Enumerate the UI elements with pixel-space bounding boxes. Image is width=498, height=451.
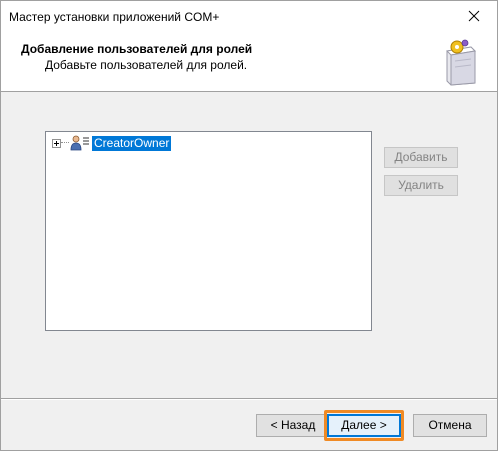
tree-item-creatorowner[interactable]: CreatorOwner [52,135,172,151]
close-button[interactable] [451,1,497,31]
wizard-box-icon [445,39,477,86]
users-tree-list[interactable]: CreatorOwner [45,131,372,331]
title-bar: Мастер установки приложений COM+ [1,1,497,31]
cancel-button[interactable]: Отмена [413,414,487,437]
page-subtitle: Добавьте пользователей для ролей. [45,58,248,72]
next-button-highlight-frame [324,410,404,441]
user-group-icon [70,135,89,151]
remove-button[interactable]: Удалить [384,175,458,196]
wizard-header: Добавление пользователей для ролей Добав… [1,31,497,92]
add-button[interactable]: Добавить [384,147,458,168]
close-icon [468,10,480,22]
window-title: Мастер установки приложений COM+ [9,10,220,24]
tree-item-label[interactable]: CreatorOwner [92,135,172,151]
footer-divider-highlight [1,399,497,400]
page-title: Добавление пользователей для ролей [21,42,253,56]
back-button[interactable]: < Назад [256,414,330,437]
wizard-window: Мастер установки приложений COM+ Добавле… [0,0,498,451]
expand-toggle-icon[interactable] [52,138,61,148]
tree-connector [61,142,69,144]
